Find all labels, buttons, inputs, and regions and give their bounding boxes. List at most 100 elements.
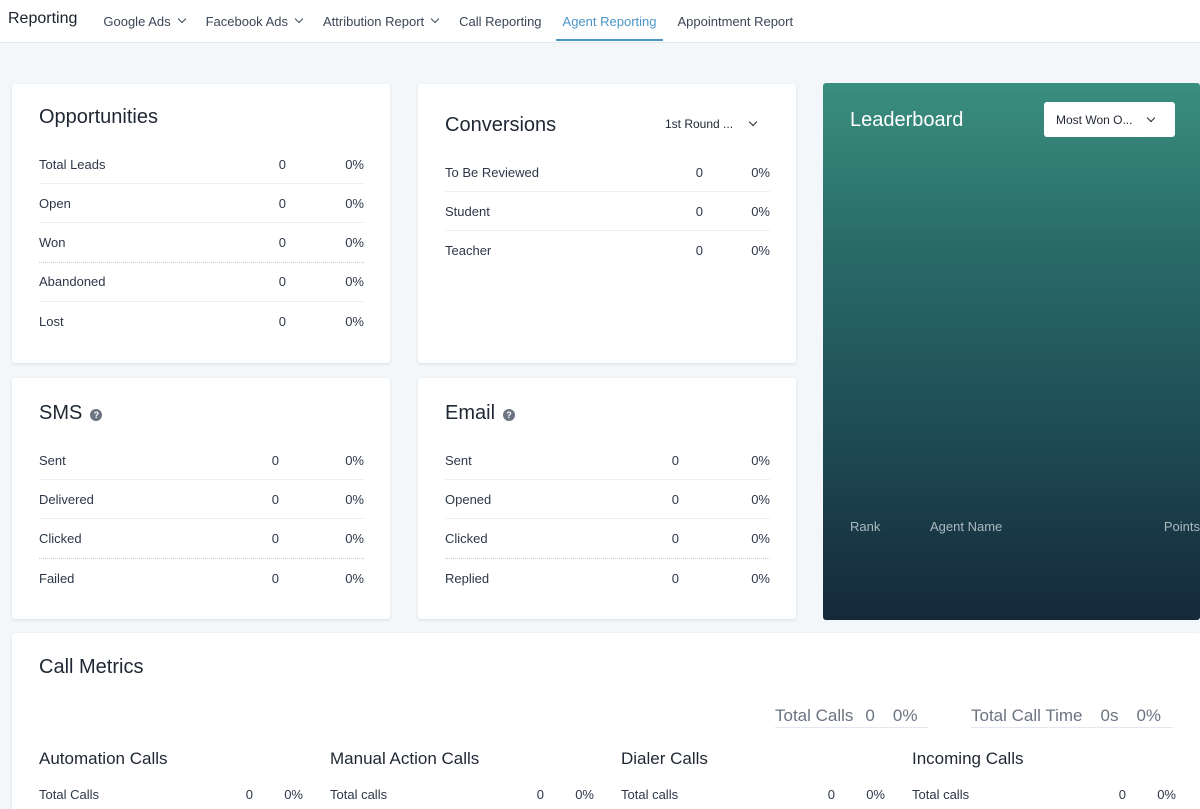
page-title: Reporting xyxy=(8,10,78,27)
leaderboard-card: Leaderboard Most Won O... Rank Agent Nam… xyxy=(823,83,1200,620)
row-value: 0 xyxy=(278,234,286,250)
list-item: Teacher 0 0% xyxy=(445,231,770,270)
row-percent: 0% xyxy=(751,203,770,219)
list-item: Delivered 0 0% xyxy=(39,480,364,520)
card-title-text: Email xyxy=(445,402,496,424)
chevron-down-icon xyxy=(430,14,440,24)
row-label: Total Leads xyxy=(39,156,106,172)
row-value: 0 xyxy=(271,530,279,546)
row-label: Failed xyxy=(39,570,75,586)
total-call-time-summary: Total Call Time 0s 0% xyxy=(971,704,1173,728)
list-item: Replied 0 0% xyxy=(445,559,770,598)
summary-percent: 0% xyxy=(892,705,918,725)
email-card: Email ? Sent 0 0% Opened 0 0% Clicked 0 0% Rep… xyxy=(418,378,796,619)
opportunities-card: Opportunities Total Leads 0 0% Open 0 0% Won… xyxy=(12,84,390,363)
row-percent: 0% xyxy=(345,491,364,507)
tab-attribution-report[interactable]: Attribution Report xyxy=(322,0,440,43)
summary-value: 0 xyxy=(865,705,875,725)
tab-appointment-report[interactable]: Appointment Report xyxy=(677,0,793,43)
row-value: 0 xyxy=(271,491,279,507)
row-percent: 0% xyxy=(345,156,364,172)
list-item: Sent 0 0% xyxy=(445,441,770,481)
conversions-card: Conversions 1st Round ... To Be Reviewed… xyxy=(418,84,796,363)
conversions-list: To Be Reviewed 0 0% Student 0 0% Teacher 0 0% xyxy=(445,153,770,271)
summary-percent: 0% xyxy=(1136,705,1162,725)
incoming-calls-row: Total calls 0 0% xyxy=(912,787,1176,805)
tab-label: Facebook Ads xyxy=(205,13,288,29)
list-item: Student 0 0% xyxy=(445,192,770,232)
tab-facebook-ads[interactable]: Facebook Ads xyxy=(205,0,304,43)
list-item: To Be Reviewed 0 0% xyxy=(445,153,770,193)
row-percent: 0% xyxy=(575,787,594,802)
tab-agent-reporting[interactable]: Agent Reporting xyxy=(555,0,664,43)
card-title-text: SMS xyxy=(39,402,83,424)
row-value: 0 xyxy=(827,787,835,802)
row-percent: 0% xyxy=(751,452,770,468)
row-percent: 0% xyxy=(751,164,770,180)
row-label: Abandoned xyxy=(39,274,106,290)
dropdown-value: 1st Round ... xyxy=(665,117,734,131)
automation-calls-row: Total Calls 0 0% xyxy=(39,787,303,805)
conversions-dropdown[interactable]: 1st Round ... xyxy=(665,117,758,131)
tab-google-ads[interactable]: Google Ads xyxy=(103,0,186,43)
row-value: 0 xyxy=(1118,787,1126,802)
list-item: Clicked 0 0% xyxy=(445,519,770,559)
row-label: Student xyxy=(445,203,490,219)
row-label: Sent xyxy=(445,452,472,468)
row-value: 0 xyxy=(536,787,544,802)
row-value: 0 xyxy=(695,243,703,259)
row-percent: 0% xyxy=(751,243,770,259)
summary-label: Total Call Time xyxy=(971,705,1083,725)
row-percent: 0% xyxy=(751,491,770,507)
manual-action-calls-row: Total calls 0 0% xyxy=(330,787,594,805)
row-value: 0 xyxy=(671,570,679,586)
list-item: Sent 0 0% xyxy=(39,441,364,481)
row-percent: 0% xyxy=(345,234,364,250)
tab-label: Call Reporting xyxy=(459,13,542,29)
row-value: 0 xyxy=(671,491,679,507)
row-value: 0 xyxy=(671,452,679,468)
card-title: Opportunities xyxy=(39,106,158,128)
list-item: Clicked 0 0% xyxy=(39,519,364,559)
row-value: 0 xyxy=(271,452,279,468)
question-circle-icon[interactable]: ? xyxy=(503,408,516,421)
row-percent: 0% xyxy=(866,787,885,802)
list-item: Total Leads 0 0% xyxy=(39,145,364,185)
row-label: Clicked xyxy=(445,530,488,546)
email-list: Sent 0 0% Opened 0 0% Clicked 0 0% Replied 0 0% xyxy=(445,441,770,598)
row-label: Lost xyxy=(39,313,64,329)
chevron-down-icon xyxy=(1146,113,1156,123)
row-label: To Be Reviewed xyxy=(445,164,539,180)
row-label: Total Calls xyxy=(39,787,99,802)
row-label: Total calls xyxy=(912,787,970,802)
tab-call-reporting[interactable]: Call Reporting xyxy=(459,0,541,43)
row-percent: 0% xyxy=(284,787,303,802)
card-title: Conversions xyxy=(445,114,557,136)
tab-label: Agent Reporting xyxy=(562,13,657,29)
row-percent: 0% xyxy=(345,195,364,211)
row-value: 0 xyxy=(695,164,703,180)
row-value: 0 xyxy=(245,787,253,802)
row-label: Total calls xyxy=(621,787,679,802)
list-item: Open 0 0% xyxy=(39,184,364,224)
row-value: 0 xyxy=(271,570,279,586)
summary-label: Total Calls xyxy=(775,705,854,725)
leaderboard-dropdown[interactable]: Most Won O... xyxy=(1044,102,1175,137)
row-percent: 0% xyxy=(1157,787,1176,802)
row-percent: 0% xyxy=(751,570,770,586)
row-percent: 0% xyxy=(345,570,364,586)
incoming-calls-title: Incoming Calls xyxy=(912,749,1024,768)
row-value: 0 xyxy=(278,274,286,290)
list-item: Failed 0 0% xyxy=(39,559,364,598)
question-circle-icon[interactable]: ? xyxy=(90,408,103,421)
row-label: Total calls xyxy=(330,787,388,802)
automation-calls-title: Automation Calls xyxy=(39,749,168,768)
row-label: Clicked xyxy=(39,530,82,546)
card-title: Call Metrics xyxy=(39,656,144,678)
row-value: 0 xyxy=(278,313,286,329)
card-title: Email ? xyxy=(445,402,516,425)
row-label: Open xyxy=(39,195,71,211)
tab-label: Appointment Report xyxy=(677,13,794,29)
tab-label: Attribution Report xyxy=(322,13,425,29)
dropdown-value: Most Won O... xyxy=(1056,112,1133,127)
